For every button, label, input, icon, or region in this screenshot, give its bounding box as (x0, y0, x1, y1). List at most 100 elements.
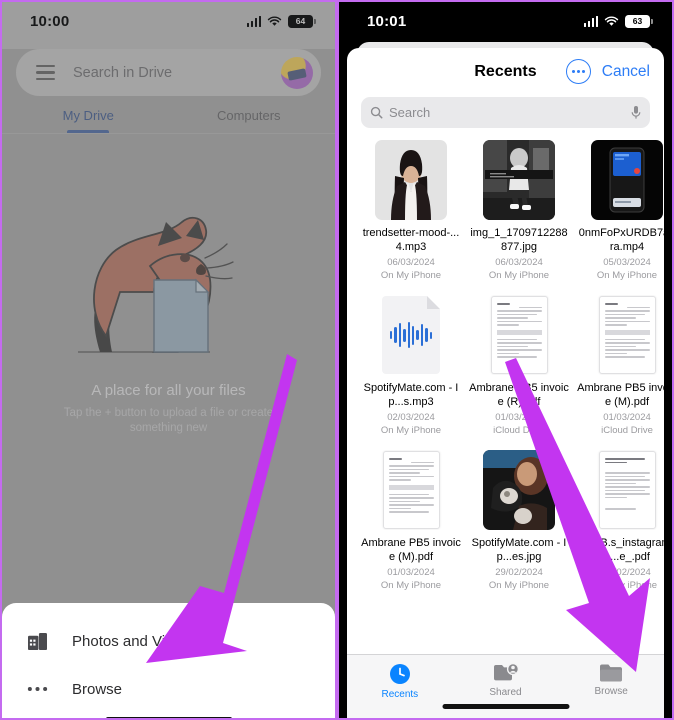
file-thumbnail (591, 140, 663, 220)
right-phone-files-app: 10:01 63 Recents Cancel Search trendsett… (337, 0, 674, 720)
file-location: On My iPhone (596, 270, 658, 281)
photo-portrait-thumb (375, 140, 447, 220)
file-date: 06/03/2024 (495, 257, 543, 268)
file-item[interactable]: img_1_1709712288877.jpg 06/03/2024 On My… (469, 140, 569, 281)
tab-browse-label: Browse (594, 686, 628, 697)
files-title: Recents (474, 62, 537, 80)
wifi-icon (267, 15, 282, 26)
microphone-icon[interactable] (631, 105, 641, 120)
battery-icon: 63 (625, 14, 653, 28)
file-location: On My iPhone (488, 580, 550, 591)
shared-folder-icon (493, 662, 519, 681)
drive-tabs: My Drive Computers (2, 108, 335, 133)
files-header: Recents Cancel (347, 48, 664, 95)
file-item[interactable]: SpotifyMate.com - I p...s.mp3 02/03/2024… (361, 295, 461, 436)
tab-my-drive-label: My Drive (62, 108, 114, 123)
file-date: 29/02/2024 (495, 567, 543, 578)
more-dots-icon (24, 686, 50, 692)
files-search-input[interactable]: Search (389, 105, 625, 120)
right-status-bar: 10:01 63 (339, 2, 672, 40)
home-indicator (442, 704, 569, 709)
files-header-actions: Cancel (565, 59, 650, 84)
file-name: SpotifyMate.com - I p...s.mp3 (363, 382, 459, 408)
file-name: img_1_1709712288877.jpg (470, 227, 568, 253)
photo-street-thumb (483, 140, 555, 220)
file-item[interactable]: Ambrane PB5 invoice (M).pdf 01/03/2024 i… (577, 295, 674, 436)
screenshot-stage: 10:00 64 Search in Drive My Drive Comput… (0, 0, 674, 720)
cat-with-document-illustration (77, 216, 234, 353)
file-name: 0nmFoPxURDB7a_ra.mp4 (578, 227, 674, 253)
tab-shared-label: Shared (489, 687, 522, 698)
file-location: On My iPhone (380, 580, 442, 591)
cancel-button[interactable]: Cancel (602, 63, 650, 81)
pdf-invoice-thumb (382, 451, 440, 529)
sheet-item-browse[interactable]: Browse (2, 665, 335, 713)
file-name: trendsetter-mood-...4.mp3 (362, 227, 460, 253)
drive-search-input[interactable]: Search in Drive (73, 65, 263, 81)
tab-shared[interactable]: Shared (453, 662, 559, 698)
wifi-icon (604, 15, 619, 26)
sheet-item-photos-videos[interactable]: Photos and Videos (2, 617, 335, 665)
tab-computers-label: Computers (216, 108, 281, 123)
sheet-item-browse-label: Browse (72, 680, 123, 698)
file-thumbnail (483, 140, 555, 220)
tab-browse[interactable]: Browse (558, 662, 664, 697)
photo-people-thumb (483, 450, 555, 530)
tab-recents[interactable]: Recents (347, 662, 453, 700)
left-status-bar: 10:00 64 (2, 2, 335, 40)
sheet-item-photos-videos-label: Photos and Videos (72, 632, 198, 650)
avatar[interactable] (281, 56, 313, 89)
file-date: 2?/02/2024 (603, 567, 651, 578)
drive-body: Search in Drive My Drive Computers A pla… (2, 49, 335, 718)
left-status-clock: 10:00 (30, 12, 70, 30)
folder-icon (600, 664, 623, 682)
file-name: Ambrane PB5 invoice (M).pdf (361, 537, 461, 563)
file-thumbnail (483, 295, 555, 375)
file-thumbnail (591, 450, 663, 530)
right-status-clock: 10:01 (367, 12, 407, 30)
file-name: SpotifyMate.com - I p...es.jpg (471, 537, 567, 563)
file-item[interactable]: 0nmFoPxURDB7a_ra.mp4 05/03/2024 On My iP… (577, 140, 674, 281)
files-search-bar[interactable]: Search (361, 97, 650, 128)
photos-videos-icon (24, 632, 50, 651)
hamburger-menu-icon[interactable] (36, 65, 55, 80)
pdf-text-thumb (598, 451, 656, 529)
right-status-indicators: 63 (583, 14, 653, 28)
file-date: 02/03/2024 (387, 412, 435, 423)
waveform-icon (390, 322, 432, 348)
audio-doc-icon (382, 296, 440, 374)
file-item[interactable]: Ambrane PB5 invoice (R).pdf 01/03/2024 i… (469, 295, 569, 436)
file-name: Ambrane PB5 invoice (R).pdf (469, 382, 569, 408)
battery-icon: 64 (288, 14, 316, 28)
pdf-invoice-thumb (490, 296, 548, 374)
file-date: 01/03/2024 (495, 412, 543, 423)
video-phone-thumb (591, 140, 663, 220)
file-grid: trendsetter-mood-...4.mp3 06/03/2024 On … (347, 128, 672, 591)
tab-recents-label: Recents (381, 689, 419, 700)
file-date: 01/03/2024 (387, 567, 435, 578)
cellular-signal-icon (246, 15, 261, 27)
left-status-indicators: 64 (246, 14, 316, 28)
file-thumbnail (483, 450, 555, 530)
drive-search-bar[interactable]: Search in Drive (16, 49, 321, 96)
cellular-signal-icon (583, 15, 598, 27)
file-item[interactable]: SpotifyMate.com - I p...es.jpg 29/02/202… (469, 450, 569, 591)
file-name: N..._B.s_instagram_o...e_.pdf (577, 537, 674, 563)
tab-my-drive[interactable]: My Drive (8, 108, 169, 133)
file-date: 01/03/2024 (603, 412, 651, 423)
file-name: Ambrane PB5 invoice (M).pdf (577, 382, 674, 408)
more-circle-icon[interactable] (565, 59, 591, 84)
files-sheet: Recents Cancel Search trendsetter-mood-.… (347, 48, 672, 718)
file-location: On My iPhone (380, 270, 442, 281)
search-icon (370, 106, 383, 119)
file-item[interactable]: trendsetter-mood-...4.mp3 06/03/2024 On … (361, 140, 461, 281)
left-phone-google-drive: 10:00 64 Search in Drive My Drive Comput… (0, 0, 337, 720)
tab-computers[interactable]: Computers (169, 108, 330, 133)
file-item[interactable]: N..._B.s_instagram_o...e_.pdf 2?/02/2024… (577, 450, 674, 591)
file-thumbnail (375, 295, 447, 375)
tab-divider (2, 133, 335, 134)
file-item[interactable]: Ambrane PB5 invoice (M).pdf 01/03/2024 O… (361, 450, 461, 591)
empty-state-title: A place for all your files (91, 382, 246, 399)
file-thumbnail (591, 295, 663, 375)
drive-bottom-sheet: Photos and Videos Browse (2, 603, 335, 718)
